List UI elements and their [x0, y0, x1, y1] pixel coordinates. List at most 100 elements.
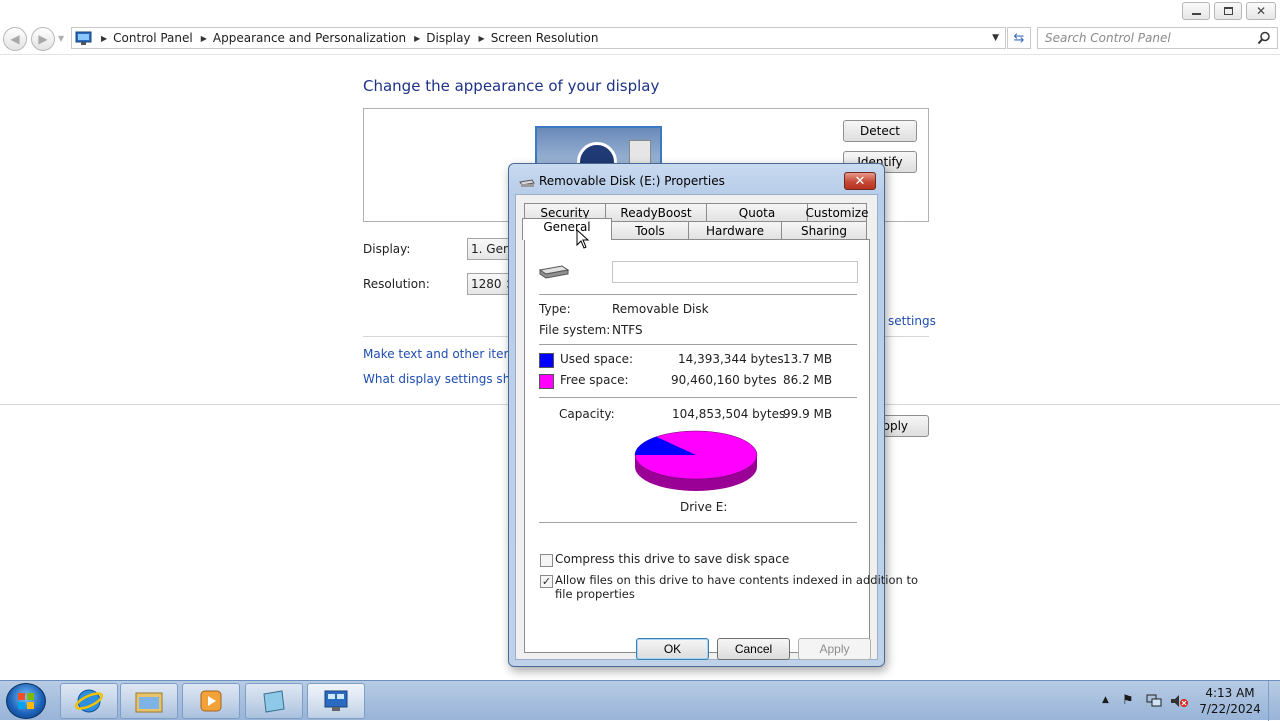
display-settings-help-link[interactable]: What display settings shoul: [363, 372, 511, 386]
drive-label: Drive E:: [680, 500, 728, 514]
refresh-button[interactable]: ⇆: [1007, 27, 1031, 49]
volume-muted-icon[interactable]: [1170, 694, 1188, 708]
dialog-title: Removable Disk (E:) Properties: [539, 174, 725, 188]
clock-date: 7/22/2024: [1199, 702, 1261, 716]
media-player-icon: [200, 690, 222, 712]
close-icon: ✕: [1255, 4, 1267, 18]
free-space-size: 86.2 MB: [783, 373, 833, 387]
tab-sharing[interactable]: Sharing: [781, 221, 867, 239]
tab-tools[interactable]: Tools: [611, 221, 689, 239]
start-button[interactable]: [6, 683, 46, 719]
close-icon: ✕: [854, 173, 866, 189]
clock[interactable]: 4:13 AM 7/22/2024: [1195, 685, 1265, 717]
minimize-button[interactable]: [1182, 2, 1210, 20]
index-checkbox[interactable]: ✓: [540, 575, 553, 588]
ok-button[interactable]: OK: [636, 638, 709, 660]
control-panel-icon: [324, 690, 348, 711]
removable-drive-large-icon: [538, 265, 570, 279]
free-space-swatch: [539, 374, 554, 389]
advanced-settings-link[interactable]: settings: [888, 314, 936, 328]
breadcrumb-screen-resolution[interactable]: Screen Resolution: [491, 31, 599, 45]
show-desktop-button[interactable]: [1268, 681, 1280, 721]
tab-general[interactable]: General: [522, 218, 612, 240]
forward-button[interactable]: ▶: [31, 27, 55, 51]
address-bar[interactable]: ▶ Control Panel ▶ Appearance and Persona…: [71, 27, 1006, 49]
windows-explorer-icon: [135, 692, 163, 713]
internet-explorer-icon: [75, 689, 103, 713]
apply-button-label: pply: [882, 419, 908, 433]
used-space-bytes: 14,393,344 bytes: [678, 352, 784, 366]
back-button[interactable]: ◀: [3, 27, 27, 51]
tab-customize[interactable]: Customize: [806, 203, 869, 221]
window-titlebar: ✕: [0, 0, 1280, 23]
detect-button[interactable]: Detect: [843, 120, 917, 142]
breadcrumb-separator-icon: ▶: [101, 33, 108, 43]
dialog-close-button[interactable]: ✕: [844, 172, 876, 190]
display-label: Display:: [363, 242, 411, 256]
separator: [539, 522, 857, 523]
control-panel-taskbar-button[interactable]: [307, 683, 365, 719]
dialog-apply-button[interactable]: Apply: [798, 638, 871, 660]
text-size-link[interactable]: Make text and other items la: [363, 347, 511, 361]
refresh-icon: ⇆: [1013, 30, 1025, 46]
page-title: Change the appearance of your display: [363, 77, 660, 95]
notepad-taskbar-button[interactable]: [245, 683, 303, 719]
network-icon[interactable]: [1146, 694, 1162, 708]
removable-drive-icon: [519, 179, 535, 187]
used-space-label: Used space:: [560, 352, 634, 366]
breadcrumb-display[interactable]: Display: [426, 31, 470, 45]
free-space-bytes: 90,460,160 bytes: [671, 373, 777, 387]
disk-usage-pie-chart: [634, 430, 758, 491]
separator: [539, 397, 857, 398]
forward-arrow-icon: ▶: [38, 32, 48, 46]
notepad-icon: [263, 690, 285, 713]
removable-disk-properties-dialog: Removable Disk (E:) Properties ✕ Securit…: [508, 163, 918, 667]
type-label: Type:: [539, 302, 571, 316]
show-hidden-icons-arrow[interactable]: ▲: [1102, 695, 1109, 705]
capacity-bytes: 104,853,504 bytes: [672, 407, 786, 421]
breadcrumb-separator-icon: ▶: [200, 33, 207, 43]
tab-readyboost[interactable]: ReadyBoost: [605, 203, 707, 221]
used-space-size: 13.7 MB: [783, 352, 833, 366]
windows-logo-icon: [18, 693, 34, 709]
restore-button[interactable]: [1214, 2, 1242, 20]
navigation-bar: ◀ ▶ ▼ ▶ Control Panel ▶ Appearance and P…: [0, 23, 1280, 55]
media-player-taskbar-button[interactable]: [182, 683, 240, 719]
search-input[interactable]: [1038, 30, 1257, 46]
action-center-flag-icon[interactable]: ⚑: [1122, 693, 1134, 708]
cancel-button[interactable]: Cancel: [717, 638, 790, 660]
file-system-value: NTFS: [612, 323, 643, 337]
file-system-label: File system:: [539, 323, 611, 337]
recent-pages-chevron-icon[interactable]: ▼: [58, 34, 64, 43]
free-space-label: Free space:: [560, 373, 629, 387]
used-space-swatch: [539, 353, 554, 368]
control-panel-icon: [75, 31, 92, 45]
clock-time: 4:13 AM: [1205, 686, 1255, 700]
breadcrumb-control-panel[interactable]: Control Panel: [113, 31, 193, 45]
dialog-body: Security ReadyBoost Quota Customize Gene…: [515, 194, 918, 660]
search-box[interactable]: [1037, 27, 1278, 49]
back-arrow-icon: ◀: [10, 32, 20, 46]
compress-label[interactable]: Compress this drive to save disk space: [555, 552, 789, 566]
type-value: Removable Disk: [612, 302, 709, 316]
breadcrumb-separator-icon: ▶: [414, 33, 421, 43]
search-icon[interactable]: [1257, 31, 1271, 45]
resolution-label: Resolution:: [363, 277, 430, 291]
volume-label-input[interactable]: [612, 261, 858, 283]
separator: [539, 344, 857, 345]
compress-checkbox[interactable]: [540, 554, 553, 567]
index-label-line1[interactable]: Allow files on this drive to have conten…: [555, 573, 918, 587]
breadcrumb-separator-icon: ▶: [478, 33, 485, 43]
close-window-button[interactable]: ✕: [1246, 2, 1276, 20]
tab-quota[interactable]: Quota: [706, 203, 808, 221]
minimize-icon: [1191, 13, 1201, 15]
internet-explorer-taskbar-button[interactable]: [60, 683, 118, 719]
address-dropdown-icon[interactable]: ▼: [992, 33, 999, 43]
monitor-preview-icon[interactable]: [535, 126, 662, 166]
capacity-size: 99.9 MB: [783, 407, 833, 421]
index-label-line2[interactable]: file properties: [555, 587, 635, 601]
restore-icon: [1223, 7, 1233, 15]
breadcrumb-appearance[interactable]: Appearance and Personalization: [213, 31, 406, 45]
windows-explorer-taskbar-button[interactable]: [120, 683, 178, 719]
tab-hardware[interactable]: Hardware: [688, 221, 782, 239]
